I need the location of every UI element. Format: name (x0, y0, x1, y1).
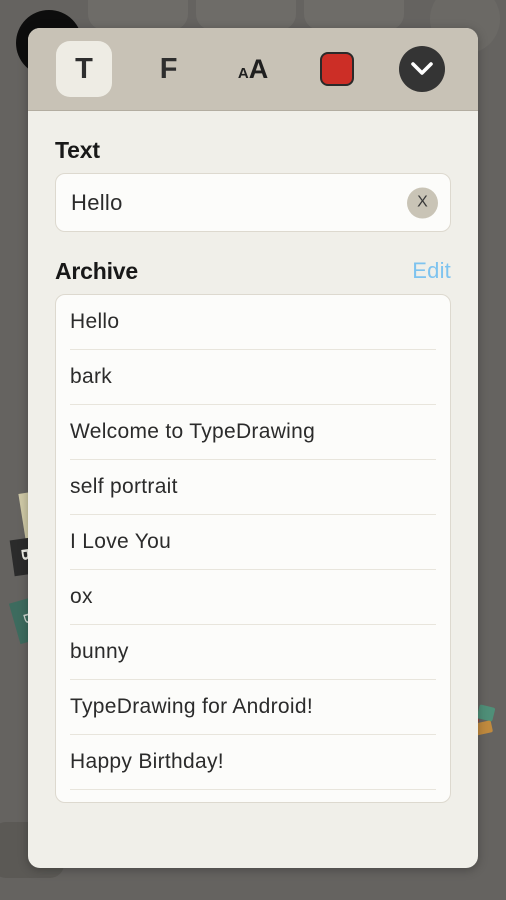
archive-list: Hello bark Welcome to TypeDrawing self port… (55, 294, 451, 803)
font-tool-button[interactable]: F (141, 41, 197, 97)
font-size-tool-button[interactable]: A A (225, 41, 281, 97)
archive-list-item[interactable]: I Love You (70, 515, 436, 570)
font-size-small-a: A (237, 64, 249, 82)
background-toolbar-pill (304, 0, 404, 30)
archive-section-header: Archive Edit (55, 232, 451, 294)
text-input-field[interactable]: Hello X (55, 173, 451, 232)
archive-list-item[interactable]: self portrait (70, 460, 436, 515)
tool-font-size[interactable]: A A (211, 41, 295, 97)
tool-font[interactable]: F (126, 41, 210, 97)
archive-list-item[interactable]: TypeDrawing for Android! (70, 680, 436, 735)
text-settings-panel: T F A A Text Hello X Archive Edit Hello … (28, 28, 478, 868)
color-swatch-icon (320, 52, 355, 86)
font-size-big-a: A (248, 53, 269, 84)
archive-edit-button[interactable]: Edit (412, 258, 451, 285)
archive-list-item[interactable]: Hello (70, 295, 436, 350)
archive-list-item[interactable]: bunny (70, 625, 436, 680)
tool-collapse[interactable] (380, 41, 464, 97)
background-toolbar-pill (88, 0, 188, 30)
archive-list-item[interactable]: ox (70, 570, 436, 625)
panel-content: Text Hello X Archive Edit Hello bark Welco… (28, 111, 478, 868)
tool-color[interactable] (295, 41, 379, 97)
font-tool-icon: F (159, 52, 178, 85)
archive-list-item[interactable]: Happy Birthday! (70, 735, 436, 790)
tool-text[interactable]: T (42, 41, 126, 97)
text-section-title: Text (55, 137, 100, 163)
archive-section-title: Archive (55, 258, 138, 284)
font-size-icon: A A (238, 54, 268, 85)
color-tool-button[interactable] (309, 41, 365, 97)
editor-toolbar: T F A A (28, 28, 478, 111)
background-toolbar-pill (196, 0, 296, 30)
text-input-value: Hello (71, 189, 123, 215)
collapse-panel-button[interactable] (398, 46, 445, 92)
clear-text-button[interactable]: X (407, 187, 438, 218)
text-tool-icon: T (75, 52, 94, 85)
chevron-down-icon (411, 62, 433, 76)
canvas-fragment (476, 704, 496, 722)
text-section-header: Text (55, 111, 451, 173)
archive-list-item[interactable]: bark (70, 350, 436, 405)
text-tool-button[interactable]: T (56, 41, 113, 97)
archive-list-item[interactable]: Welcome to TypeDrawing (70, 405, 436, 460)
